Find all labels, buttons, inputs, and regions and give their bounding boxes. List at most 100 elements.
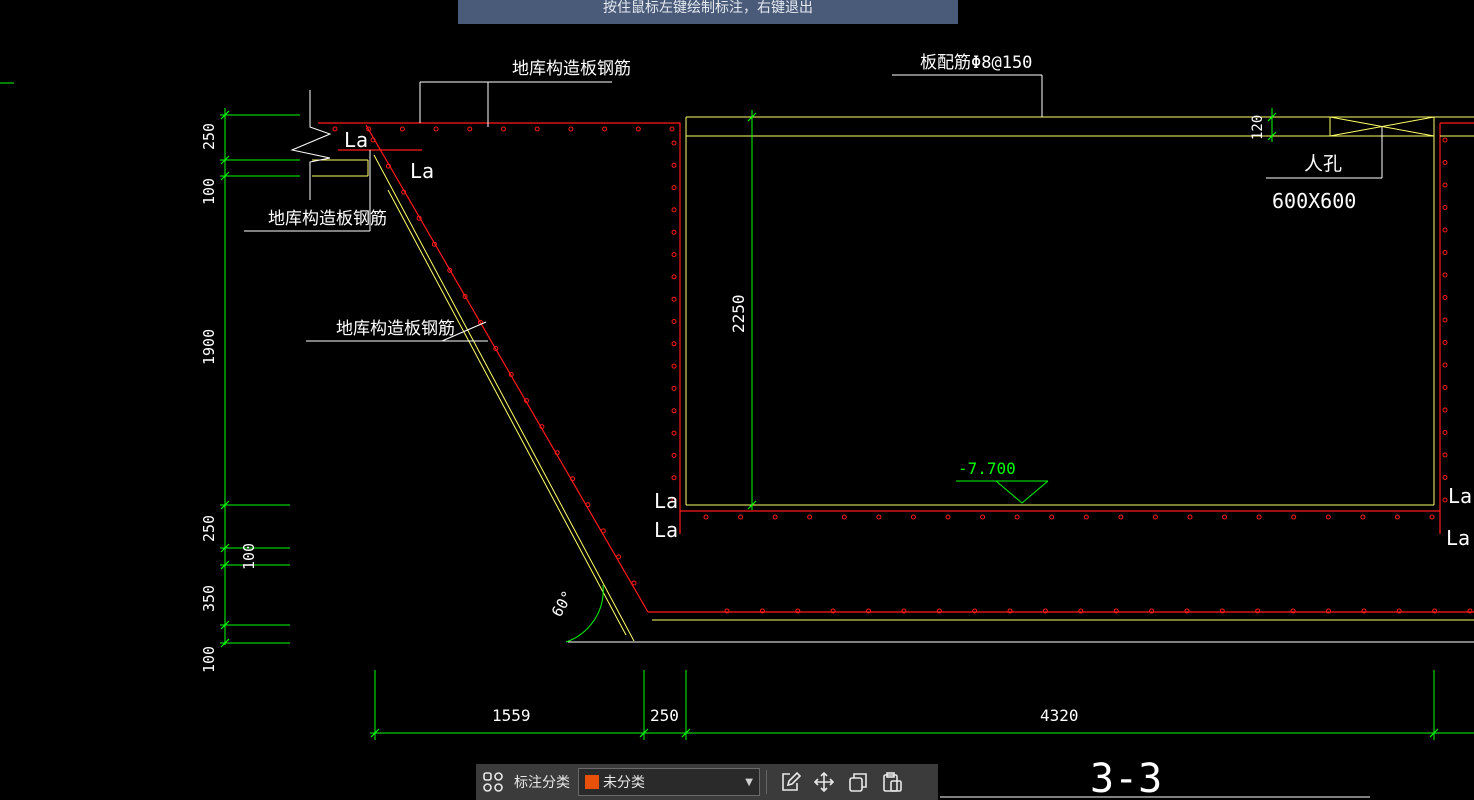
rebar-dot: [671, 341, 677, 347]
dim-h-1559: 1559: [492, 706, 531, 725]
rebar-dot: [1325, 514, 1331, 520]
rebar-dot: [671, 430, 677, 436]
la-label-3: La: [654, 489, 678, 513]
dim-v-2250: 2250: [729, 294, 748, 333]
rebar-dot: [534, 126, 540, 132]
rebar-dot: [1442, 160, 1448, 165]
category-value: 未分类: [603, 775, 645, 791]
copy-icon[interactable]: [841, 766, 875, 798]
rebar-dot: [671, 452, 677, 458]
rebar-dot: [1442, 407, 1448, 413]
rebar-dot: [671, 296, 677, 302]
rebar-dot: [1394, 514, 1400, 520]
rebar-dot: [602, 126, 608, 132]
dim-v-100-top: 100: [200, 178, 218, 205]
dim-v-100-mid: 100: [240, 543, 258, 570]
category-select[interactable]: 未分类 ▼: [578, 768, 760, 796]
chevron-down-icon: ▼: [745, 776, 753, 788]
rebar-dot: [501, 126, 506, 132]
rebar-dot: [1442, 475, 1448, 480]
rebar-dot: [671, 229, 677, 235]
toolbar-divider: [766, 770, 767, 794]
dim-v-120: 120: [1250, 115, 1266, 140]
rebar-dot: [631, 580, 637, 586]
rebar-dot: [671, 408, 677, 414]
rebar-dot: [616, 554, 622, 560]
rebar-dot: [399, 126, 405, 132]
elevation-label: -7.700: [958, 459, 1016, 478]
category-color-swatch: [585, 775, 599, 789]
rebar-dot: [1152, 514, 1158, 520]
rebar-dot: [807, 514, 813, 520]
rebar-dot: [910, 514, 916, 520]
la-label-2: La: [410, 159, 434, 183]
rebar-dot: [671, 162, 677, 168]
rebar-dot: [433, 126, 439, 132]
rebar-dot: [1014, 514, 1020, 520]
rebar-dot: [671, 363, 677, 369]
rebar-dot: [671, 140, 677, 146]
annotation-toolbar: 标注分类 未分类 ▼: [476, 764, 938, 800]
edit-icon[interactable]: [773, 766, 807, 798]
dim-h-4320: 4320: [1040, 706, 1079, 725]
dim-h-250: 250: [650, 706, 679, 725]
command-hint-text: 按住鼠标左键绘制标注，右键退出: [603, 0, 813, 16]
dim-v-250-mid: 250: [200, 515, 218, 542]
slope-note: 地库构造板钢筋: [336, 319, 455, 339]
dim-v-100-bot: 100: [200, 646, 218, 673]
angle-label: 60°: [548, 588, 577, 620]
manhole-name: 人孔: [1304, 153, 1342, 175]
rebar-dot: [1083, 514, 1089, 520]
rebar-dot: [1291, 514, 1297, 520]
rebar-dot: [1256, 514, 1262, 520]
grid-icon[interactable]: [476, 766, 510, 798]
rebar-dot: [1360, 514, 1366, 520]
white-lines: [244, 74, 1474, 798]
rebar-dot: [980, 514, 986, 520]
rebar-dot: [1442, 497, 1448, 503]
rebar-dot: [1429, 514, 1435, 520]
paste-icon[interactable]: [875, 766, 909, 798]
rebar-dot: [841, 514, 847, 520]
rebar-dot: [671, 252, 677, 258]
rebar-dot: [1442, 137, 1448, 143]
la-label-6: La: [1446, 526, 1470, 550]
cad-drawing-canvas[interactable]: 地库构造板钢筋 地库构造板钢筋 地库构造板钢筋 板配筋Φ8@150 人孔 600…: [0, 0, 1474, 800]
rebar-dot: [669, 126, 675, 132]
rebar-dot: [671, 475, 677, 481]
rebar-dot: [332, 126, 338, 132]
dim-v-1900: 1900: [200, 329, 218, 365]
rebar-dot: [1442, 452, 1448, 458]
top-right-note: 板配筋Φ8@150: [920, 53, 1032, 73]
rebar-dot: [1442, 362, 1448, 368]
rebar-dot: [1222, 514, 1228, 520]
rebar-dot: [600, 528, 606, 534]
rebar-dot: [671, 274, 677, 280]
section-title: 3-3: [1090, 756, 1162, 800]
la-label-1: La: [344, 128, 368, 152]
dim-v-250-top: 250: [200, 123, 218, 150]
rebar-dot: [945, 514, 951, 520]
rebar-dot: [635, 126, 641, 132]
rebar-dot: [1442, 205, 1448, 210]
rebar-dot: [671, 385, 677, 391]
rebar-dot: [703, 514, 709, 520]
dim-v-350: 350: [200, 585, 218, 612]
category-label: 标注分类: [514, 775, 570, 791]
rebar-dot: [1442, 317, 1448, 323]
command-hint-bar: 按住鼠标左键绘制标注，右键退出: [458, 0, 958, 24]
la-label-4: La: [654, 518, 678, 542]
rebar-dot: [1442, 250, 1448, 255]
rebar-dot: [671, 319, 677, 324]
rebar-dot: [568, 126, 574, 132]
rebar-dot: [1442, 430, 1448, 435]
top-left-note: 地库构造板钢筋: [512, 59, 631, 79]
rebar-dot: [1049, 514, 1055, 520]
rebar-dot: [1442, 272, 1448, 278]
rebar-dot: [738, 514, 744, 520]
move-icon[interactable]: [807, 766, 841, 798]
rebar-dot: [1442, 227, 1448, 233]
rebar-dot: [671, 207, 677, 213]
la-label-5: La: [1448, 484, 1472, 508]
rebar-dot: [467, 126, 473, 132]
